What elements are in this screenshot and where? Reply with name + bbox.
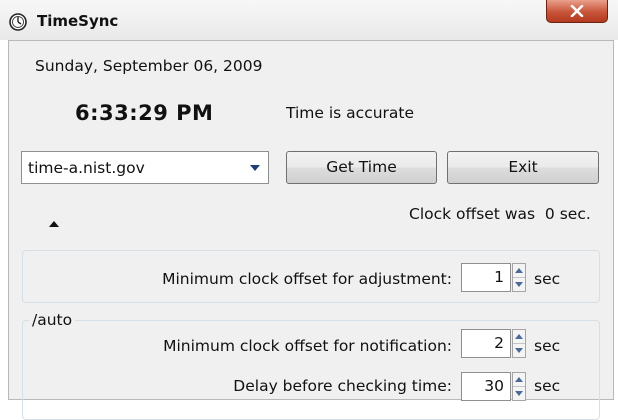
close-icon <box>570 5 584 17</box>
min-notify-label: Minimum clock offset for notification: <box>163 337 452 355</box>
get-time-button[interactable]: Get Time <box>286 151 437 184</box>
spin-up-icon <box>515 268 523 273</box>
spin-up-button[interactable] <box>513 264 525 278</box>
date-label: Sunday, September 06, 2009 <box>35 57 263 75</box>
delay-input[interactable]: 30 <box>461 372 511 401</box>
exit-button[interactable]: Exit <box>447 151 599 184</box>
spin-up-button[interactable] <box>513 330 525 344</box>
time-display: 6:33:29 PM <box>75 101 214 125</box>
min-notify-input[interactable]: 2 <box>461 329 511 358</box>
close-button[interactable] <box>546 0 608 23</box>
status-label: Time is accurate <box>286 104 415 122</box>
spin-down-icon <box>515 348 523 353</box>
triangle-up-icon[interactable] <box>49 221 59 227</box>
clock-icon <box>9 13 27 31</box>
window-client-area: Sunday, September 06, 2009 6:33:29 PM Ti… <box>8 40 614 420</box>
server-value: time-a.nist.gov <box>28 159 145 177</box>
min-adjust-label: Minimum clock offset for adjustment: <box>162 270 452 288</box>
spin-up-button[interactable] <box>513 373 525 387</box>
chevron-down-icon <box>250 165 260 171</box>
server-dropdown[interactable]: time-a.nist.gov <box>21 151 269 184</box>
spin-down-button[interactable] <box>513 278 525 291</box>
spin-down-icon <box>515 282 523 287</box>
min-adjust-spinner[interactable] <box>512 263 526 292</box>
delay-label: Delay before checking time: <box>233 377 452 395</box>
spin-up-icon <box>515 334 523 339</box>
spin-up-icon <box>515 377 523 382</box>
min-adjust-input[interactable]: 1 <box>461 263 511 292</box>
spin-down-button[interactable] <box>513 344 525 357</box>
delay-spinner[interactable] <box>512 372 526 401</box>
min-notify-spinner[interactable] <box>512 329 526 358</box>
auto-group-label: /auto <box>29 311 76 329</box>
min-notify-unit: sec <box>534 337 561 355</box>
title-bar: TimeSync <box>0 0 618 40</box>
delay-unit: sec <box>534 377 561 395</box>
window-title: TimeSync <box>37 12 119 30</box>
clock-offset-label: Clock offset was 0 sec. <box>409 205 591 223</box>
min-adjust-unit: sec <box>534 270 561 288</box>
